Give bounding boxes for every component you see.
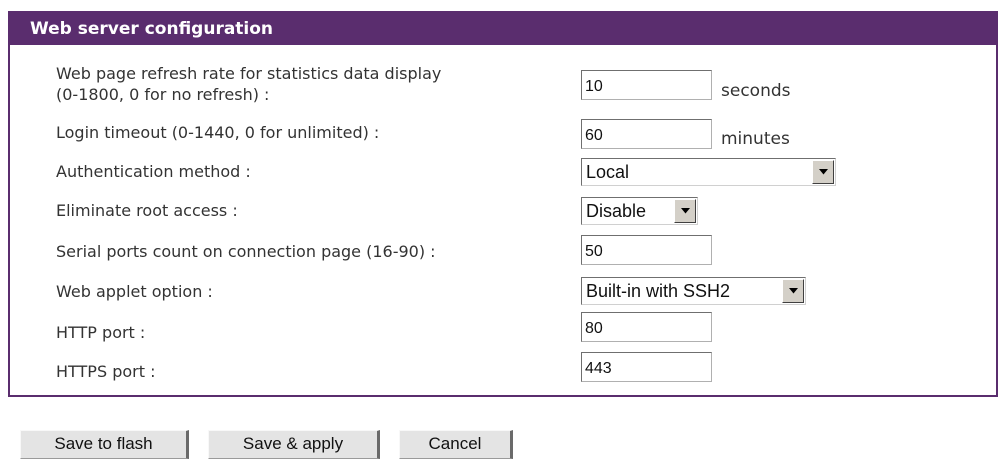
save-and-apply-button[interactable]: Save & apply <box>208 430 380 459</box>
auth-method-select[interactable]: Local <box>581 158 836 186</box>
web-applet-select[interactable]: Built-in with SSH2 <box>581 277 806 305</box>
https-port-input[interactable] <box>581 352 712 382</box>
auth-method-value: Local <box>586 162 630 182</box>
eliminate-root-value: Disable <box>586 201 647 221</box>
refresh-rate-unit: seconds <box>721 81 791 101</box>
https-port-label: HTTPS port : <box>56 362 156 381</box>
refresh-rate-input[interactable] <box>581 70 712 100</box>
auth-method-control: Local <box>581 158 836 186</box>
cancel-button[interactable]: Cancel <box>399 430 513 459</box>
login-timeout-unit: minutes <box>721 129 790 149</box>
serial-ports-control <box>581 235 712 265</box>
login-timeout-label: Login timeout (0-1440, 0 for unlimited) … <box>56 123 380 142</box>
auth-method-label: Authentication method : <box>56 162 251 181</box>
http-port-control <box>581 312 712 342</box>
web-applet-label: Web applet option : <box>56 282 213 301</box>
refresh-rate-label: Web page refresh rate for statistics dat… <box>56 63 441 105</box>
refresh-rate-label-line2: (0-1800, 0 for no refresh) : <box>56 85 270 104</box>
panel-title: Web server configuration <box>10 13 996 45</box>
refresh-rate-label-line1: Web page refresh rate for statistics dat… <box>56 64 442 83</box>
chevron-down-icon[interactable] <box>812 160 834 184</box>
chevron-down-icon[interactable] <box>782 279 804 303</box>
serial-ports-label: Serial ports count on connection page (1… <box>56 242 436 261</box>
http-port-label: HTTP port : <box>56 323 146 342</box>
web-applet-control: Built-in with SSH2 <box>581 277 806 305</box>
login-timeout-input[interactable] <box>581 119 712 149</box>
serial-ports-input[interactable] <box>581 235 712 265</box>
web-applet-value: Built-in with SSH2 <box>586 281 731 301</box>
save-to-flash-button[interactable]: Save to flash <box>20 430 189 459</box>
eliminate-root-label: Eliminate root access : <box>56 201 238 220</box>
web-server-config-panel: Web server configuration Web page refres… <box>8 11 998 397</box>
eliminate-root-control: Disable <box>581 197 698 225</box>
refresh-rate-control <box>581 70 712 100</box>
login-timeout-control <box>581 119 712 149</box>
https-port-control <box>581 352 712 382</box>
http-port-input[interactable] <box>581 312 712 342</box>
eliminate-root-select[interactable]: Disable <box>581 197 698 225</box>
chevron-down-icon[interactable] <box>674 199 696 223</box>
